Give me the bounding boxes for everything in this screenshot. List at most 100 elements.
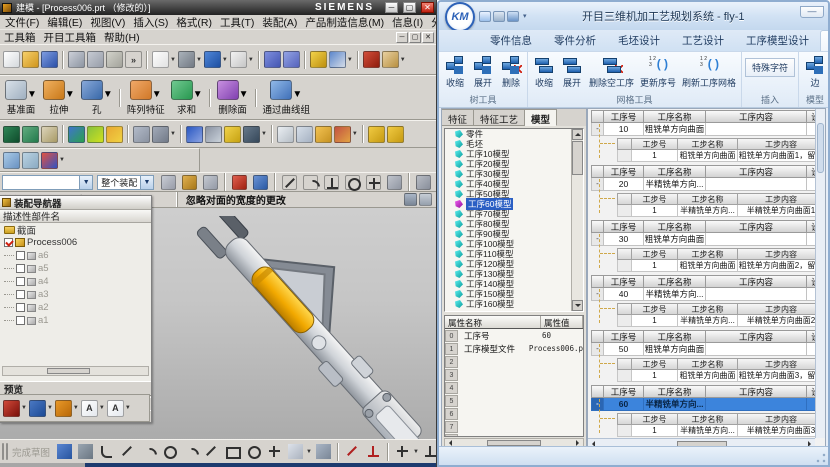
tag-icon[interactable]: ▼ — [41, 126, 58, 143]
assembly-constraints-icon[interactable]: ▼ — [283, 51, 300, 68]
sketch-task-icon[interactable]: ▼ — [55, 444, 74, 459]
mdi-minimize-button[interactable]: ─ — [396, 32, 408, 43]
km-app-logo[interactable]: KM — [445, 2, 475, 32]
solid-cube-icon[interactable] — [251, 175, 270, 190]
checkbox-unchecked[interactable] — [16, 316, 25, 325]
mdi-close-button[interactable]: ✕ — [422, 32, 434, 43]
km-title-bar[interactable]: KM ▾ 开目三维机加工艺规划系统 - fly-1 — — [439, 2, 828, 30]
feature-button[interactable]: ▼ 阵列特征 — [127, 80, 165, 116]
prop-name-header[interactable]: 属性名称 — [445, 316, 541, 328]
ribbon-tab[interactable]: 工序模型设计 — [735, 30, 820, 51]
scroll-down-icon[interactable] — [572, 300, 583, 311]
dropdown-arrow-icon[interactable]: ▼ — [222, 57, 228, 63]
point-icon[interactable]: ▼ — [265, 444, 284, 459]
ribbon-button[interactable]: 更新序号 — [638, 54, 678, 90]
save-icon[interactable] — [507, 11, 519, 22]
dropdown-arrow-icon[interactable]: ▼ — [413, 449, 419, 455]
nx-menu-item[interactable]: 装配(A) — [258, 15, 301, 30]
navigator-hscrollbar[interactable] — [2, 366, 149, 376]
rectangle-icon[interactable]: ▼ — [223, 444, 242, 459]
checkbox-unchecked[interactable] — [16, 290, 25, 299]
new-file-icon[interactable]: ▼ — [3, 51, 20, 68]
nx-menu-item[interactable]: 帮助(H) — [100, 29, 144, 46]
ribbon-tab[interactable]: 零件信息 — [479, 30, 543, 51]
dropdown-arrow-icon[interactable]: ▼ — [352, 131, 358, 137]
finish-sketch-icon[interactable] — [6, 443, 8, 460]
dropdown-arrow-icon[interactable]: ▼ — [73, 405, 79, 411]
tree-node-component[interactable]: a1 — [0, 314, 151, 327]
ribbon-button[interactable]: 收缩 — [442, 54, 468, 90]
edge-button[interactable]: 边 — [802, 54, 828, 90]
pane-tab[interactable]: 特征 — [442, 109, 474, 126]
selection-scope-dropdown[interactable]: 整个装配 ▼ — [97, 175, 154, 190]
nx-menu-item[interactable]: 信息(I) — [388, 15, 427, 30]
dropdown-arrow-icon[interactable]: ▼ — [193, 89, 203, 100]
row-expander[interactable]: - — [591, 343, 604, 356]
mdi-restore-button[interactable]: ▢ — [409, 32, 421, 43]
nx-menu-item[interactable]: 格式(R) — [172, 15, 216, 30]
csys-icon[interactable]: ▼ — [41, 152, 65, 169]
dropdown-arrow-icon[interactable]: ▼ — [99, 405, 105, 411]
sketch-icon[interactable] — [2, 443, 4, 460]
window-grid-icon[interactable] — [419, 193, 432, 206]
ribbon-button[interactable]: 删除 — [498, 54, 524, 90]
quick-trim-icon[interactable]: ▼ — [343, 444, 362, 459]
cut-icon[interactable]: ▼ — [68, 51, 85, 68]
dropdown-arrow-icon[interactable]: ▼ — [239, 89, 249, 100]
role-key-icon[interactable]: ▼ — [310, 51, 327, 68]
dropdown-arrow-icon[interactable]: ▼ — [21, 405, 27, 411]
arc-select-icon[interactable] — [301, 175, 320, 190]
open-folder-icon[interactable]: ▼ — [22, 51, 39, 68]
dropdown-arrow-icon[interactable]: ▼ — [347, 57, 353, 63]
line-select-icon[interactable] — [280, 175, 299, 190]
snap-point-icon[interactable] — [180, 175, 199, 190]
ribbon-button[interactable]: 展开 — [470, 54, 496, 90]
move-component-icon[interactable]: ▼ — [264, 51, 281, 68]
wireframe-view-icon[interactable]: ▼ — [230, 51, 254, 68]
check-tool-icon[interactable]: ▼ — [87, 126, 104, 143]
dropdown-arrow-icon[interactable]: ▼ — [196, 57, 202, 63]
sheet-grid-icon[interactable]: ▼ — [296, 126, 313, 143]
constraints-icon[interactable]: ▼ — [421, 444, 436, 459]
overflow-chevron[interactable]: » ▼ — [125, 51, 142, 68]
list-options-icon[interactable]: ▼ — [152, 126, 176, 143]
circle-center-icon[interactable] — [343, 175, 362, 190]
selection-filter-dropdown[interactable]: ▼ — [2, 175, 93, 190]
copy-icon[interactable]: ▼ — [87, 51, 104, 68]
triangle-icon[interactable]: ▼ — [277, 126, 294, 143]
nx-menu-item[interactable]: 工具箱 — [0, 29, 40, 46]
visual-streams-icon[interactable]: ▼ — [363, 51, 380, 68]
ribbon-button[interactable]: 展开 — [559, 54, 585, 90]
dropdown-arrow-icon[interactable]: ▼ — [306, 449, 312, 455]
sheet-stack-icon[interactable]: ▼ — [22, 126, 39, 143]
profile-icon[interactable]: ▼ — [97, 444, 116, 459]
body-select-icon[interactable] — [414, 175, 433, 190]
checkbox-unchecked[interactable] — [16, 264, 25, 273]
check-box-icon[interactable]: ▼ — [106, 126, 123, 143]
scroll-up-icon[interactable] — [572, 129, 583, 140]
dropdown-arrow-icon[interactable]: ▼ — [125, 405, 131, 411]
note-text-icon[interactable]: A ▼ — [81, 400, 105, 417]
sketch-pattern-icon[interactable]: ▼ — [76, 444, 95, 459]
ribbon-button[interactable]: 删除空工序 — [587, 54, 636, 90]
nx-menu-item[interactable]: 工具(T) — [216, 15, 258, 30]
step-row[interactable]: 1 半精铣单方向... 半精铣单方向曲面3 — [617, 425, 825, 437]
dropdown-arrow-icon[interactable]: ▼ — [248, 57, 254, 63]
nx-menu-item[interactable]: 产品制造信息(M) — [301, 15, 388, 30]
operation-row[interactable]: - 10 粗铣单方向曲面 — [591, 123, 825, 136]
dropdown-arrow-icon[interactable]: ▼ — [170, 131, 176, 137]
rapid-dimension-icon[interactable]: ▼ — [393, 444, 419, 459]
dropdown-arrow-icon[interactable]: ▼ — [47, 405, 53, 411]
tree-vscrollbar[interactable] — [571, 129, 583, 311]
km-minimize-button[interactable]: — — [800, 6, 824, 18]
offset-curve-icon[interactable]: ▼ — [286, 444, 312, 459]
point-select-icon[interactable] — [364, 175, 383, 190]
special-characters-button[interactable]: 特殊字符 — [745, 58, 795, 77]
save-icon[interactable]: ▼ — [41, 51, 58, 68]
checkbox-unchecked[interactable] — [16, 303, 25, 312]
tree-node-assembly[interactable]: Process006 — [0, 236, 151, 249]
pen-measure-icon[interactable]: ▼ — [3, 400, 27, 417]
dropdown-arrow-icon[interactable]: ▼ — [261, 131, 267, 137]
row-expander[interactable]: - — [591, 398, 604, 411]
operation-row[interactable]: - 40 半精铣单方向... — [591, 288, 825, 301]
